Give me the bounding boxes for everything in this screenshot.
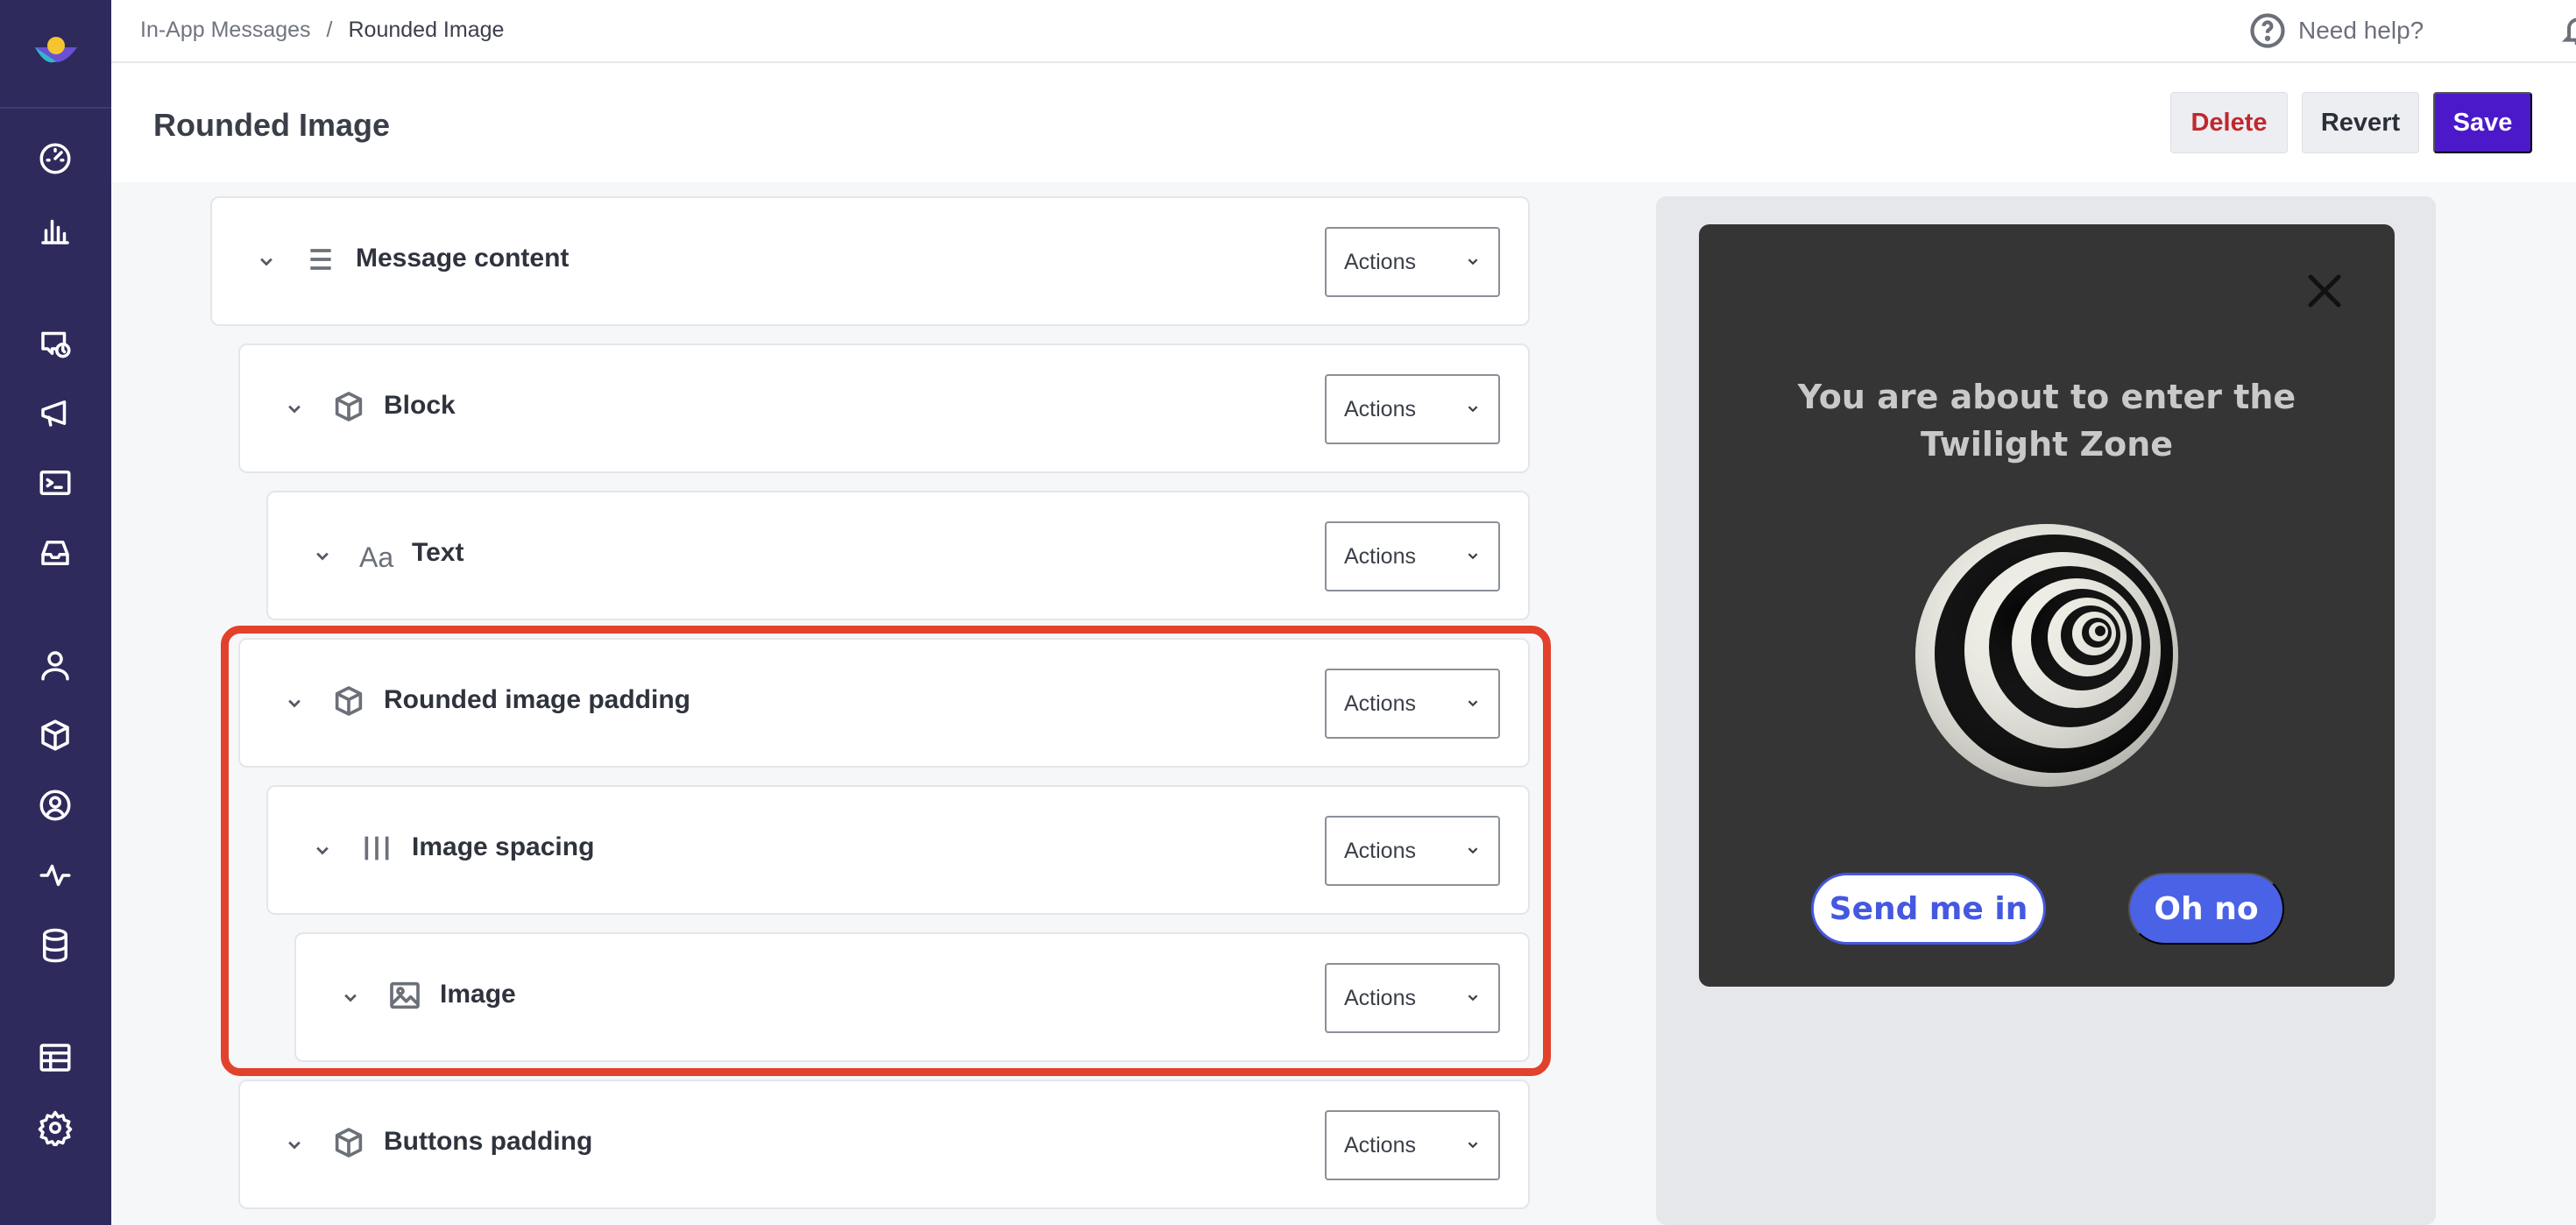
chevron-down-icon	[1463, 399, 1486, 421]
oh-no-button[interactable]: Oh no	[2128, 873, 2284, 945]
tree-row-label: Block	[384, 391, 456, 420]
notifications-button[interactable]	[2560, 12, 2576, 51]
preview-title: You are about to enter the Twilight Zone	[1797, 378, 2296, 464]
breadcrumb-parent-link[interactable]: In-App Messages	[140, 18, 311, 43]
breadcrumb-separator: /	[326, 18, 333, 42]
actions-label: Actions	[1344, 1132, 1416, 1158]
highlight-annotation	[221, 626, 1551, 1076]
chevron-down-icon	[1463, 546, 1486, 569]
chevron-down-icon[interactable]	[310, 543, 335, 568]
tree-row-text[interactable]: Aa Text Actions	[266, 491, 1530, 620]
send-me-in-button[interactable]: Send me in	[1811, 873, 2046, 945]
message-preview-modal: You are about to enter the Twilight Zone…	[1699, 224, 2395, 987]
save-button[interactable]: Save	[2433, 92, 2532, 153]
page-title: Rounded Image	[153, 107, 391, 143]
actions-dropdown[interactable]: Actions	[1325, 374, 1500, 444]
list-icon	[303, 242, 342, 280]
activity-icon[interactable]	[33, 853, 77, 897]
cube-icon	[331, 389, 370, 428]
actions-label: Actions	[1344, 543, 1416, 569]
need-help-link[interactable]: Need help?	[2249, 12, 2424, 49]
actions-label: Actions	[1344, 249, 1416, 274]
dashboard-icon[interactable]	[33, 137, 77, 181]
spiral-image	[1915, 524, 2178, 787]
chevron-down-icon	[1463, 251, 1486, 274]
close-icon[interactable]	[2304, 270, 2346, 312]
text-aa-icon: Aa	[359, 542, 394, 573]
tree-row-label: Text	[412, 538, 464, 567]
tree-row-label: Buttons padding	[384, 1127, 593, 1156]
tree-row-block[interactable]: Block Actions	[238, 343, 1530, 473]
actions-dropdown[interactable]: Actions	[1325, 227, 1500, 297]
inbox-icon[interactable]	[33, 531, 77, 575]
actions-label: Actions	[1344, 396, 1416, 421]
sidebar	[0, 0, 111, 1225]
chevron-down-icon[interactable]	[282, 396, 307, 421]
app-logo[interactable]	[0, 0, 111, 109]
analytics-icon[interactable]	[33, 209, 77, 252]
breadcrumb-current: Rounded Image	[348, 18, 505, 42]
segments-user-icon[interactable]	[33, 783, 77, 827]
tree-row-message-content[interactable]: Message content Actions	[210, 196, 1530, 326]
tree-row-buttons-padding[interactable]: Buttons padding Actions	[238, 1080, 1530, 1209]
data-database-icon[interactable]	[33, 924, 77, 967]
logo-icon	[34, 37, 77, 63]
chevron-down-icon	[1463, 1135, 1486, 1158]
revert-button[interactable]: Revert	[2302, 92, 2419, 153]
actions-dropdown[interactable]: Actions	[1325, 521, 1500, 591]
actions-dropdown[interactable]: Actions	[1325, 1110, 1500, 1180]
broadcasts-icon[interactable]	[33, 391, 77, 435]
reports-table-icon[interactable]	[33, 1036, 77, 1080]
breadcrumb: In-App Messages / Rounded Image	[140, 18, 504, 43]
chevron-down-icon[interactable]	[282, 1132, 307, 1157]
delete-button[interactable]: Delete	[2170, 92, 2288, 153]
cube-icon	[331, 1125, 370, 1164]
messages-terminal-icon[interactable]	[33, 461, 77, 505]
campaigns-icon[interactable]	[33, 321, 77, 365]
people-icon[interactable]	[33, 643, 77, 687]
chevron-down-icon[interactable]	[254, 249, 279, 273]
need-help-label: Need help?	[2298, 17, 2424, 44]
help-circle-icon	[2250, 13, 2285, 48]
objects-cube-icon[interactable]	[33, 713, 77, 757]
bell-icon	[2561, 18, 2576, 45]
topbar: In-App Messages / Rounded Image Need hel…	[111, 0, 2576, 63]
settings-gear-icon[interactable]	[33, 1106, 77, 1150]
page-header: Rounded Image Delete Revert Save	[111, 63, 2576, 182]
tree-row-label: Message content	[356, 244, 570, 273]
